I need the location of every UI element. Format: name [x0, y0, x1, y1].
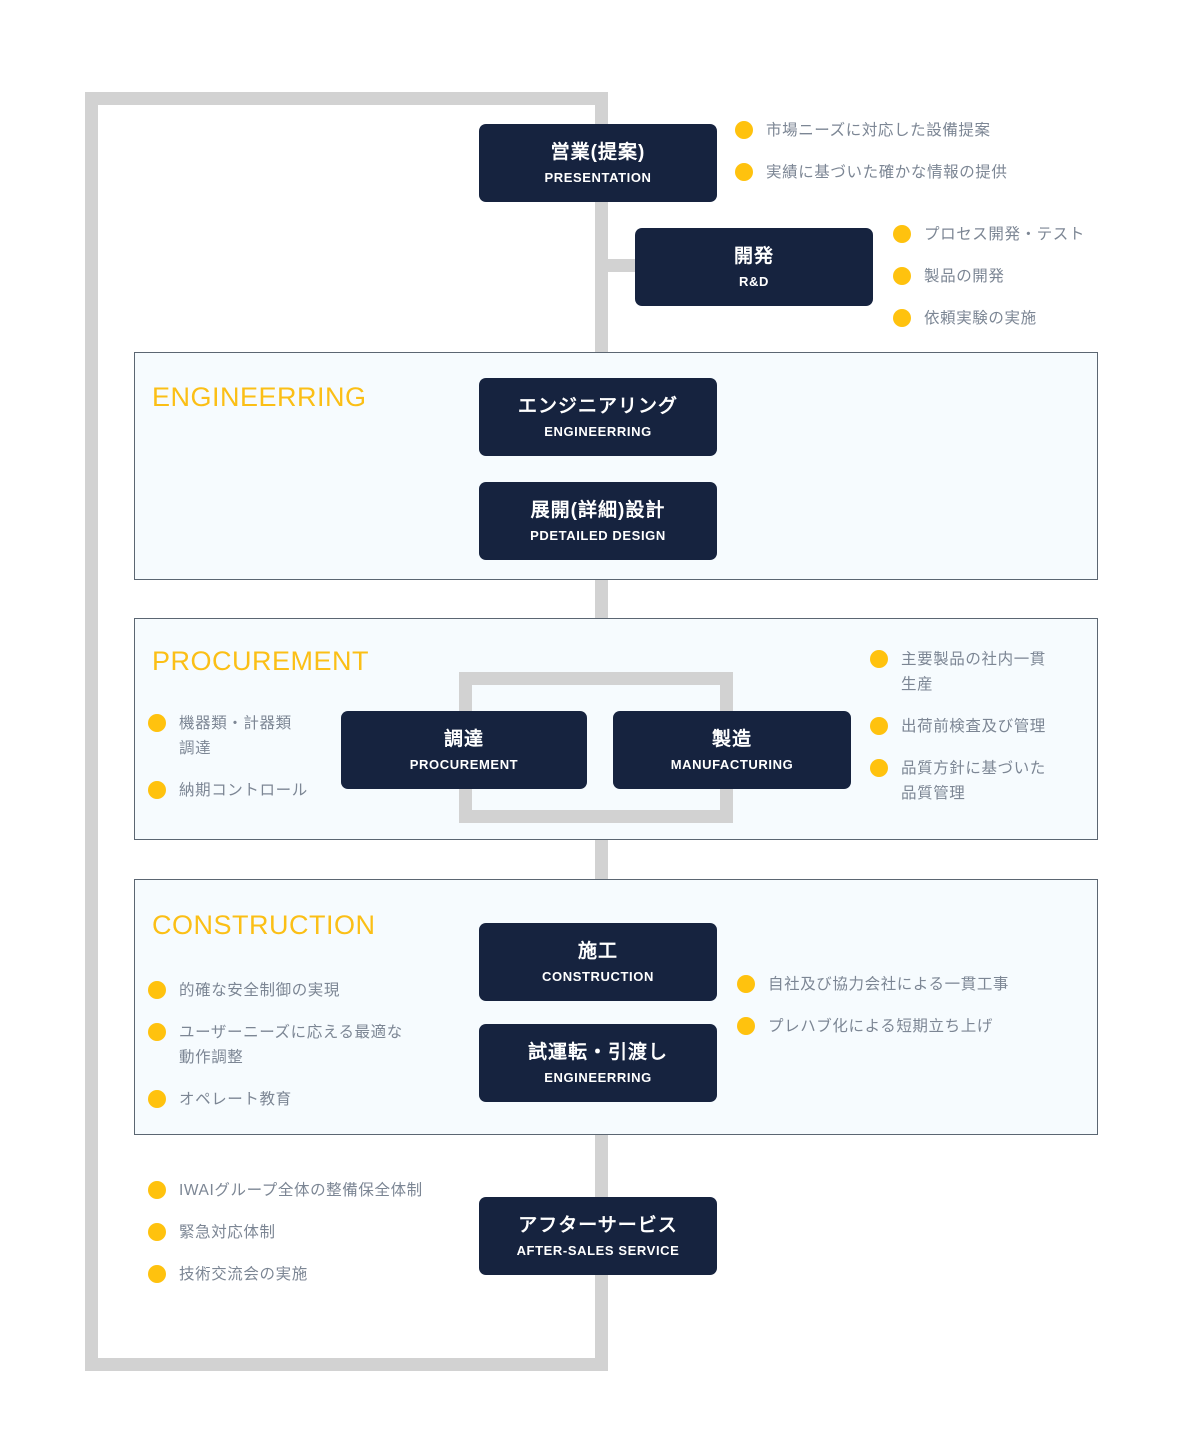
process-box-presentation[interactable]: 営業(提案) PRESENTATION — [479, 124, 717, 202]
list-item-label: オペレート教育 — [179, 1091, 292, 1109]
connector-frame-left — [85, 92, 98, 1371]
list-item-label: 依頼実験の実施 — [924, 310, 1037, 328]
bullet-dot-icon — [735, 163, 753, 182]
process-box-after-sales-service[interactable]: アフターサービス AFTER-SALES SERVICE — [479, 1197, 717, 1275]
bullet-list-construction-left: 的確な安全制御の実現ユーザーニーズに応える最適な 動作調整オペレート教育 — [148, 978, 468, 1112]
list-item-label: プレハブ化による短期立ち上げ — [768, 1018, 993, 1036]
list-item: プレハブ化による短期立ち上げ — [737, 1014, 1097, 1039]
list-item-label: 自社及び協力会社による一貫工事 — [768, 976, 1010, 993]
box-label-en: CONSTRUCTION — [542, 968, 654, 984]
list-item: プロセス開発・テスト — [893, 222, 1193, 247]
list-item-label: 的確な安全制御の実現 — [179, 982, 341, 999]
process-flow-diagram: ENGINEERRING PROCUREMENT CONSTRUCTION 営業… — [0, 0, 1200, 1446]
panel-title-procurement: PROCUREMENT — [152, 646, 370, 676]
bullet-list-after-sales: IWAIグループ全体の整備保全体制 緊急対応体制技術交流会の実施 — [148, 1178, 488, 1287]
box-label-jp: 営業(提案) — [550, 142, 646, 164]
procurement-bracket-top — [459, 672, 733, 685]
list-item: 緊急対応体制 — [148, 1220, 488, 1245]
bullet-list-rd: プロセス開発・テスト 製品の開発依頼実験の実施 — [893, 222, 1193, 331]
box-label-jp: 試運転・引渡し — [527, 1042, 668, 1064]
list-item-label: 主要製品の社内一貫 生産 — [901, 651, 1046, 694]
list-item: 納期コントロール — [148, 778, 428, 803]
list-item-label: 市場ニーズに対応した設備提案 — [766, 122, 991, 139]
process-box-engineering[interactable]: エンジニアリング ENGINEERRING — [479, 378, 717, 456]
list-item: オペレート教育 — [148, 1087, 468, 1112]
list-item: 技術交流会の実施 — [148, 1262, 488, 1287]
bullet-dot-icon — [735, 121, 753, 139]
list-item-label: 納期コントロール — [179, 782, 308, 800]
bullet-list-construction-right: 自社及び協力会社による一貫工事 プレハブ化による短期立ち上げ — [737, 972, 1097, 1039]
bullet-dot-icon — [893, 267, 911, 286]
list-item: IWAIグループ全体の整備保全体制 — [148, 1178, 488, 1203]
list-item: 品質方針に基づいた 品質管理 — [870, 756, 1110, 806]
bullet-dot-icon — [737, 1017, 755, 1036]
bullet-dot-icon — [148, 781, 166, 800]
list-item-label: 実績に基づいた確かな情報の提供 — [766, 164, 1008, 182]
list-item-label: ユーザーニーズに応える最適な 動作調整 — [179, 1024, 403, 1067]
panel-title-engineering: ENGINEERRING — [152, 382, 367, 412]
bullet-list-procurement: 機器類・計器類 調達納期コントロール — [148, 711, 428, 803]
list-item: 実績に基づいた確かな情報の提供 — [735, 160, 1095, 185]
bullet-dot-icon — [893, 309, 911, 328]
bullet-dot-icon — [148, 1223, 166, 1242]
bullet-dot-icon — [870, 650, 888, 668]
bullet-dot-icon — [148, 1023, 166, 1042]
list-item-label: 技術交流会の実施 — [179, 1266, 308, 1284]
box-label-en: AFTER-SALES SERVICE — [516, 1242, 680, 1258]
box-label-en: PDETAILED DESIGN — [530, 527, 666, 543]
connector-frame-top — [85, 92, 605, 105]
box-label-jp: 調達 — [443, 729, 484, 751]
box-label-en: ENGINEERRING — [544, 423, 652, 439]
box-label-jp: 展開(詳細)設計 — [530, 500, 666, 522]
box-label-jp: 施工 — [577, 941, 618, 963]
list-item: 機器類・計器類 調達 — [148, 711, 428, 761]
bullet-dot-icon — [870, 759, 888, 778]
box-label-en: MANUFACTURING — [670, 756, 794, 772]
bullet-dot-icon — [893, 225, 911, 243]
bullet-dot-icon — [870, 717, 888, 736]
list-item-label: 品質方針に基づいた 品質管理 — [901, 760, 1046, 803]
process-box-construction[interactable]: 施工 CONSTRUCTION — [479, 923, 717, 1001]
list-item-label: 製品の開発 — [924, 268, 1005, 286]
list-item-label: プロセス開発・テスト — [924, 226, 1086, 243]
list-item-label: 機器類・計器類 調達 — [179, 715, 292, 758]
connector-frame-bottom — [85, 1358, 605, 1371]
list-item: 依頼実験の実施 — [893, 306, 1193, 331]
bullet-dot-icon — [148, 1090, 166, 1109]
bullet-dot-icon — [737, 975, 755, 993]
box-label-en: ENGINEERRING — [544, 1069, 652, 1085]
box-label-jp: エンジニアリング — [517, 396, 678, 418]
process-box-detailed-design[interactable]: 展開(詳細)設計 PDETAILED DESIGN — [479, 482, 717, 560]
box-label-en: PRESENTATION — [544, 169, 652, 185]
box-label-jp: 開発 — [733, 246, 774, 268]
process-box-commissioning[interactable]: 試運転・引渡し ENGINEERRING — [479, 1024, 717, 1102]
list-item-label: 緊急対応体制 — [179, 1224, 276, 1242]
list-item: 自社及び協力会社による一貫工事 — [737, 972, 1097, 997]
list-item: 出荷前検査及び管理 — [870, 714, 1110, 739]
process-box-manufacturing[interactable]: 製造 MANUFACTURING — [613, 711, 851, 789]
box-label-jp: 製造 — [711, 729, 752, 751]
list-item: 主要製品の社内一貫 生産 — [870, 647, 1110, 697]
panel-title-construction: CONSTRUCTION — [152, 910, 376, 940]
bullet-dot-icon — [148, 1265, 166, 1284]
bullet-dot-icon — [148, 714, 166, 732]
list-item: 的確な安全制御の実現 — [148, 978, 468, 1003]
list-item: 市場ニーズに対応した設備提案 — [735, 118, 1095, 143]
bullet-dot-icon — [148, 1181, 166, 1199]
list-item-label: 出荷前検査及び管理 — [901, 718, 1046, 736]
list-item: ユーザーニーズに応える最適な 動作調整 — [148, 1020, 468, 1070]
process-box-rd[interactable]: 開発 R&D — [635, 228, 873, 306]
box-label-jp: アフターサービス — [518, 1215, 678, 1237]
procurement-bracket-bottom — [459, 810, 733, 823]
bullet-dot-icon — [148, 981, 166, 999]
bullet-list-manufacturing: 主要製品の社内一貫 生産出荷前検査及び管理品質方針に基づいた 品質管理 — [870, 647, 1110, 807]
bullet-list-presentation: 市場ニーズに対応した設備提案 実績に基づいた確かな情報の提供 — [735, 118, 1095, 185]
box-label-en: R&D — [739, 273, 769, 289]
list-item: 製品の開発 — [893, 264, 1193, 289]
list-item-label: IWAIグループ全体の整備保全体制 — [179, 1182, 423, 1199]
